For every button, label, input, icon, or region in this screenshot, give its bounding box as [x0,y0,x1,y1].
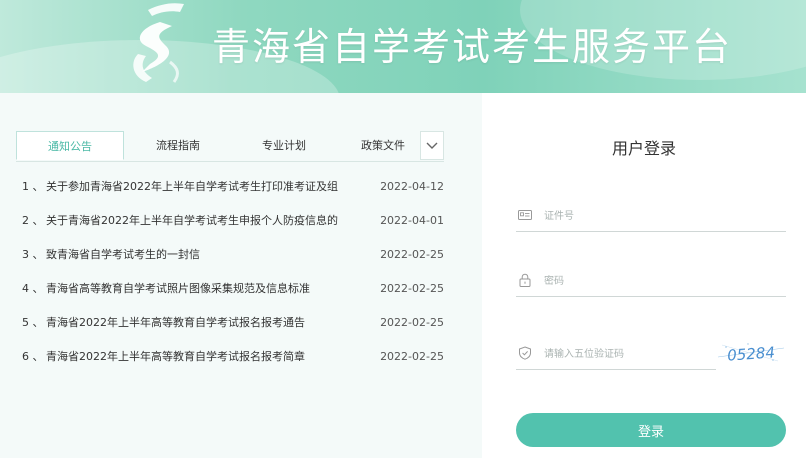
site-title: 青海省自学考试考生服务平台 [212,25,733,69]
news-title[interactable]: 青海省高等教育自学考试照片图像采集规范及信息标准 [46,279,346,299]
news-index: 6 、 [22,350,44,363]
news-index: 2 、 [22,214,44,227]
news-index: 1 、 [22,180,44,193]
news-date: 2022-04-12 [380,180,444,193]
login-button[interactable]: 登录 [516,413,786,447]
captcha-text: 05284 [727,343,776,364]
announcement-panel: 通知公告 流程指南 专业计划 政策文件 1 、 关于参加青海省2022年上半年自… [0,93,482,458]
news-title[interactable]: 关于青海省2022年上半年自学考试考生申报个人防疫信息的 [46,211,346,231]
password-input[interactable] [542,270,776,292]
news-title[interactable]: 青海省2022年上半年高等教育自学考试报名报考通告 [46,313,346,333]
tab-notices[interactable]: 通知公告 [16,131,124,160]
news-index: 4 、 [22,282,44,295]
list-item[interactable]: 2 、 关于青海省2022年上半年自学考试考生申报个人防疫信息的 2022-04… [16,211,444,231]
captcha-input[interactable] [542,343,716,365]
news-index: 3 、 [22,248,44,261]
id-number-field [516,201,786,232]
list-item[interactable]: 6 、 青海省2022年上半年高等教育自学考试报名报考简章 2022-02-25 [16,347,444,367]
list-item[interactable]: 3 、 致青海省自学考试考生的一封信 2022-02-25 [16,245,444,265]
site-logo [133,3,184,83]
captcha-field [516,339,716,370]
news-title[interactable]: 青海省2022年上半年高等教育自学考试报名报考简章 [46,347,346,367]
news-title[interactable]: 致青海省自学考试考生的一封信 [46,245,346,265]
login-title: 用户登录 [611,139,676,158]
news-date: 2022-04-01 [380,214,444,227]
password-field [516,266,786,297]
news-date: 2022-02-25 [380,282,444,295]
tab-bar: 通知公告 流程指南 专业计划 政策文件 [16,131,444,162]
news-title[interactable]: 关于参加青海省2022年上半年自学考试考生打印准考证及组 [46,177,346,197]
login-panel: 用户登录 05284 登录 [482,93,806,458]
tab-major-plan[interactable]: 专业计划 [232,131,336,160]
news-date: 2022-02-25 [380,316,444,329]
shield-check-icon [519,346,531,360]
list-item[interactable]: 5 、 青海省2022年上半年高等教育自学考试报名报考通告 2022-02-25 [16,313,444,333]
tab-process-guide[interactable]: 流程指南 [124,131,232,160]
id-number-input[interactable] [542,205,776,227]
list-item[interactable]: 1 、 关于参加青海省2022年上半年自学考试考生打印准考证及组 2022-04… [16,177,444,197]
captcha-image[interactable]: 05284 [718,341,784,365]
lock-icon [519,273,531,287]
header-banner: 青海省自学考试考生服务平台 [0,0,806,93]
tab-policy-docs[interactable]: 政策文件 [346,131,420,160]
chevron-down-icon [426,142,438,149]
news-date: 2022-02-25 [380,350,444,363]
id-card-icon [518,210,532,220]
list-item[interactable]: 4 、 青海省高等教育自学考试照片图像采集规范及信息标准 2022-02-25 [16,279,444,299]
news-date: 2022-02-25 [380,248,444,261]
news-index: 5 、 [22,316,44,329]
tab-more-button[interactable] [420,131,444,160]
